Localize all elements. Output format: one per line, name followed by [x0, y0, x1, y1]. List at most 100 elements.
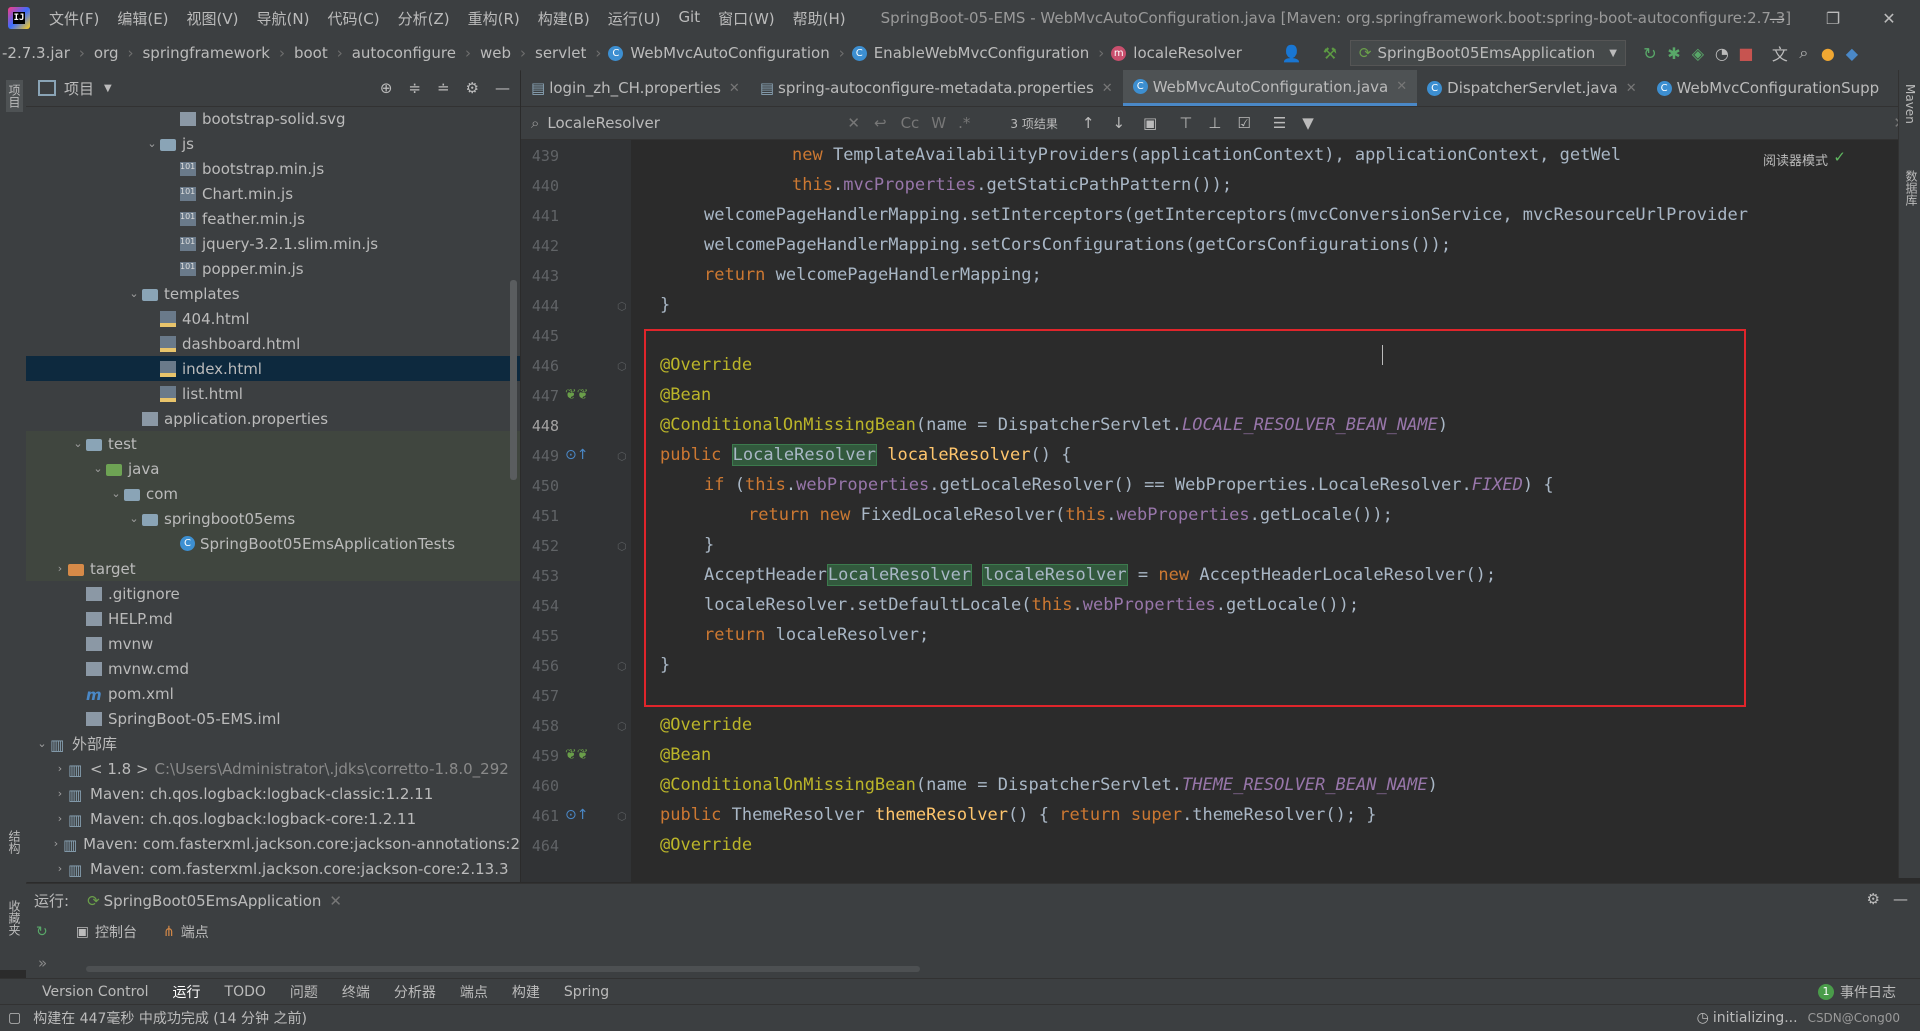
tree-item[interactable]: › ▥ Maven: ch.qos.logback:logback-core:1.2… — [26, 806, 520, 831]
line-number[interactable]: 447 — [521, 387, 559, 405]
run-tool[interactable]: 运行 — [173, 982, 201, 1002]
line-number[interactable]: 439 — [521, 147, 559, 165]
arrow-up-icon[interactable]: ↑ — [1082, 114, 1095, 132]
line-number[interactable]: 442 — [521, 237, 559, 255]
menu-edit[interactable]: 编辑(E) — [108, 8, 177, 29]
chevron-down-icon[interactable]: ▼ — [104, 83, 112, 94]
breadcrumb-springframework[interactable]: springframework — [140, 44, 271, 62]
tree-item[interactable]: › target — [26, 556, 520, 581]
code-line[interactable]: welcomePageHandlerMapping.setInterceptor… — [704, 200, 1748, 230]
endpoints-tool[interactable]: 端点 — [460, 982, 488, 1002]
console-tab[interactable]: 控制台 — [95, 922, 137, 942]
close-icon[interactable]: ✕ — [729, 81, 740, 96]
menu-file[interactable]: 文件(F) — [40, 8, 108, 29]
run-config-selector[interactable]: ⟳ SpringBoot05EmsApplication ▼ — [1349, 40, 1626, 66]
fold-icon[interactable]: ⬡ — [617, 300, 627, 313]
update-icon[interactable]: ● — [1816, 44, 1840, 63]
clear-icon[interactable]: ✕ — [847, 114, 860, 132]
close-icon[interactable]: ✕ — [1626, 81, 1637, 96]
line-number[interactable]: 464 — [521, 837, 559, 855]
chevron-down-icon[interactable]: ⌄ — [108, 487, 124, 500]
tree-item[interactable]: list.html — [26, 381, 520, 406]
tree-item[interactable]: ⌄ com — [26, 481, 520, 506]
code-line[interactable]: @Bean — [660, 740, 711, 770]
multiline-icon[interactable]: ☰ — [1273, 114, 1286, 132]
chevron-down-icon[interactable]: ⌄ — [126, 512, 142, 525]
line-number[interactable]: 460 — [521, 777, 559, 795]
tree-item[interactable]: › ▥ Maven: ch.qos.logback:logback-classic:… — [26, 781, 520, 806]
spring-tool[interactable]: Spring — [564, 984, 609, 1000]
tree-item[interactable]: 101 bootstrap.min.js — [26, 156, 520, 181]
tree-item[interactable]: 101 jquery-3.2.1.slim.min.js — [26, 231, 520, 256]
add-occurrence-icon[interactable]: ⊤ — [1179, 114, 1192, 132]
tab-webmvc-configuration-support[interactable]: C WebMvcConfigurationSupp — [1647, 70, 1890, 106]
tree-item[interactable]: bootstrap-solid.svg — [26, 106, 520, 131]
menu-code[interactable]: 代码(C) — [318, 8, 388, 29]
gear-icon[interactable]: ⚙ — [1867, 890, 1880, 908]
todo-tool[interactable]: TODO — [225, 984, 266, 1000]
menu-refactor[interactable]: 重构(R) — [459, 8, 529, 29]
close-icon[interactable]: ✕ — [1396, 79, 1407, 94]
project-panel-title[interactable]: 项目 — [64, 78, 94, 99]
fold-icon[interactable]: ⬡ — [617, 720, 627, 733]
profiler-tool[interactable]: 分析器 — [394, 982, 436, 1002]
tree-item[interactable]: .gitignore — [26, 581, 520, 606]
status-toggle-icon[interactable]: ▢ — [8, 1010, 21, 1026]
line-number[interactable]: 452 — [521, 537, 559, 555]
chevron-right-icon[interactable]: › — [52, 562, 68, 575]
menu-build[interactable]: 构建(B) — [529, 8, 599, 29]
translate-icon[interactable]: 文 — [1768, 41, 1792, 65]
locate-icon[interactable]: ⊕ — [380, 79, 393, 97]
tree-item[interactable]: › ▥ < 1.8 > C:\Users\Administrator\.jdks\co… — [26, 756, 520, 781]
arrow-down-icon[interactable]: ↓ — [1112, 114, 1125, 132]
tree-item[interactable]: 101 popper.min.js — [26, 256, 520, 281]
line-number[interactable]: 459 — [521, 747, 559, 765]
fold-icon[interactable]: ⬡ — [617, 450, 627, 463]
coverage-icon[interactable]: ◈ — [1686, 44, 1710, 63]
intellij-logo-icon[interactable]: IJ — [8, 7, 30, 29]
tree-item[interactable]: ⌄ springboot05ems — [26, 506, 520, 531]
expand-all-icon[interactable]: ≑ — [408, 79, 421, 97]
tab-metadata-properties[interactable]: ▤ spring-autoconfigure-metadata.propertie… — [750, 70, 1123, 106]
tree-item[interactable]: ⌄ ▥ 外部库 — [26, 731, 520, 756]
line-number[interactable]: 453 — [521, 567, 559, 585]
breadcrumb-org[interactable]: org — [92, 44, 121, 62]
problems-tool[interactable]: 问题 — [290, 982, 318, 1002]
chevron-right-icon[interactable]: › — [52, 812, 68, 825]
tree-item[interactable]: 404.html — [26, 306, 520, 331]
build-tool[interactable]: 构建 — [512, 982, 540, 1002]
breadcrumb-servlet[interactable]: servlet — [533, 44, 588, 62]
tree-item[interactable]: ⌄ js — [26, 131, 520, 156]
line-number[interactable]: 458 — [521, 717, 559, 735]
line-number[interactable]: 450 — [521, 477, 559, 495]
line-number[interactable]: 454 — [521, 597, 559, 615]
code-line[interactable]: new TemplateAvailabilityProviders(applic… — [792, 140, 1621, 170]
tree-item[interactable]: index.html — [26, 356, 520, 381]
fold-icon[interactable]: ⬡ — [617, 810, 627, 823]
close-window-button[interactable]: ✕ — [1866, 0, 1912, 36]
remove-occurrence-icon[interactable]: ⊥ — [1208, 114, 1221, 132]
find-input[interactable]: LocaleResolver — [547, 114, 847, 132]
menu-git[interactable]: Git — [669, 8, 709, 29]
chevron-right-icon[interactable]: › — [52, 787, 68, 800]
select-all-icon[interactable]: ☑ — [1237, 114, 1250, 132]
select-all-occurrences-icon[interactable]: ▣ — [1143, 114, 1157, 132]
chevron-down-icon[interactable]: ⌄ — [70, 437, 86, 450]
breadcrumb-web[interactable]: web — [478, 44, 513, 62]
plugin-icon[interactable]: ◆ — [1840, 44, 1864, 63]
event-log-tool[interactable]: 事件日志 — [1840, 982, 1896, 1002]
tree-item[interactable]: dashboard.html — [26, 331, 520, 356]
code-line[interactable]: @ConditionalOnMissingBean(name = Dispatc… — [660, 770, 1438, 800]
line-number[interactable]: 443 — [521, 267, 559, 285]
breadcrumb-autoconfigure[interactable]: autoconfigure — [350, 44, 458, 62]
breadcrumb-boot[interactable]: boot — [292, 44, 330, 62]
favorites-tool-button[interactable]: 收藏夹 — [6, 900, 23, 936]
line-number[interactable]: 444 — [521, 297, 559, 315]
tree-item[interactable]: › ▥ Maven: com.fasterxml.jackson.core:jack… — [26, 856, 520, 881]
expand-icon[interactable]: » — [38, 954, 47, 972]
tree-item[interactable]: 101 feather.min.js — [26, 206, 520, 231]
breadcrumb-inner-class[interactable]: EnableWebMvcConfiguration — [872, 44, 1092, 62]
line-number[interactable]: 445 — [521, 327, 559, 345]
code-line[interactable]: @Override — [660, 830, 752, 860]
line-number[interactable]: 440 — [521, 177, 559, 195]
